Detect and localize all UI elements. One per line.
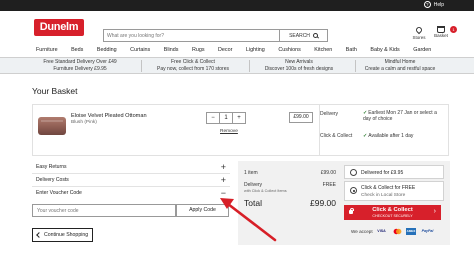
apply-code-button[interactable]: Apply Code — [176, 204, 229, 217]
nav-item-garden[interactable]: Garden — [413, 45, 431, 56]
checkout-label: Click & Collect — [372, 207, 413, 213]
question-icon: ? — [423, 1, 431, 8]
click-collect-option-sub: Check in Local Store — [361, 193, 406, 198]
nav-item-lighting[interactable]: Lighting — [246, 45, 265, 56]
accordion-label: Easy Returns — [36, 164, 67, 170]
minus-icon: − — [220, 188, 226, 198]
nav-item-curtains[interactable]: Curtains — [130, 45, 150, 56]
stores-label: Stores — [412, 35, 426, 40]
basket-icon: 1 — [437, 26, 457, 33]
promo-strip: Free Standard Delivery Over £49 Furnitur… — [0, 57, 474, 74]
delivery-label: Delivery — [320, 111, 339, 117]
promo-click-collect[interactable]: Free Click & Collect Pay now, collect fr… — [138, 59, 248, 72]
plus-icon: + — [220, 175, 226, 185]
product-image[interactable] — [38, 117, 66, 135]
item-price: £99.00 — [289, 112, 313, 123]
click-collect-option-label: Click & Collect for FREE — [361, 185, 416, 191]
quantity-value[interactable]: 1 — [220, 113, 232, 123]
promo-delivery[interactable]: Free Standard Delivery Over £49 Furnitur… — [25, 59, 135, 72]
search-button[interactable]: SEARCH — [279, 30, 327, 41]
summary-items-label: 1 item — [244, 170, 258, 176]
dunelm-logo[interactable]: Dunelm — [34, 19, 84, 36]
location-pin-icon — [414, 25, 424, 35]
page-title: Your Basket — [32, 86, 78, 96]
basket-link[interactable]: 1 Basket — [432, 25, 457, 44]
summary-delivery-label: Delivery — [244, 182, 263, 188]
product-name[interactable]: Eloise Velvet Pleated Ottoman — [71, 113, 147, 119]
accordion-label: Enter Voucher Code — [36, 190, 82, 196]
mastercard-icon — [393, 228, 402, 235]
basket-count-badge: 1 — [450, 26, 457, 33]
plus-icon: + — [220, 162, 226, 172]
promo-subtitle: Discover 100s of fresh designs — [264, 65, 334, 72]
promo-subtitle: Create a calm and restful space — [364, 65, 436, 72]
click-collect-status-text: Available after 1 day — [368, 133, 414, 139]
promo-subtitle: Pay now, collect from 170 stores — [157, 65, 229, 72]
check-icon: ✓ — [363, 133, 368, 139]
search-bar: SEARCH — [103, 29, 328, 42]
basket-label: Basket — [434, 33, 448, 38]
nav-item-beds[interactable]: Beds — [71, 45, 83, 56]
click-collect-availability: ✓Available after 1 day — [363, 133, 413, 139]
click-collect-radio[interactable] — [350, 187, 357, 194]
search-button-label: SEARCH — [289, 32, 310, 39]
summary-total-value: £99.00 — [310, 198, 336, 208]
accepted-payments-label: We accept — [351, 229, 373, 234]
checkout-sublabel: CHECKOUT SECURELY — [372, 214, 413, 218]
nav-item-cushions[interactable]: Cushions — [278, 45, 300, 56]
delivery-status-text: Earliest Mon 27 Jan or select a day of c… — [363, 110, 437, 122]
accordion-voucher-code[interactable]: Enter Voucher Code − — [32, 187, 230, 200]
order-summary: 1 item £99.00 Delivery FREE with Click &… — [238, 161, 450, 245]
nav-item-bath[interactable]: Bath — [346, 45, 357, 56]
basket-item: Eloise Velvet Pleated Ottoman Blush (Pin… — [32, 104, 449, 156]
promo-subtitle: Furniture Delivery £9.95 — [53, 65, 107, 72]
category-nav: Furniture Beds Bedding Curtains Blinds R… — [0, 45, 474, 56]
summary-total-label: Total — [244, 198, 262, 208]
click-collect-label: Click & Collect — [320, 133, 353, 139]
voucher-code-input[interactable] — [32, 204, 176, 217]
chevron-right-icon: › — [433, 208, 436, 215]
accordion-easy-returns[interactable]: Easy Returns + — [32, 161, 230, 174]
nav-item-baby-kids[interactable]: Baby & Kids — [370, 45, 399, 56]
search-input[interactable] — [104, 30, 279, 41]
delivery-option-label: Delivered for £9.95 — [361, 170, 404, 176]
delivery-availability: ✓Earliest Mon 27 Jan or select a day of … — [363, 110, 445, 122]
help-link[interactable]: ? Help — [423, 1, 444, 8]
search-icon — [312, 33, 318, 38]
increase-quantity-button[interactable]: + — [232, 113, 245, 123]
nav-item-furniture[interactable]: Furniture — [36, 45, 58, 56]
promo-mindful-home[interactable]: Mindful Home Create a calm and restful s… — [345, 59, 455, 72]
summary-items-value: £99.00 — [320, 170, 336, 176]
promo-new-arrivals[interactable]: New Arrivals Discover 100s of fresh desi… — [244, 59, 354, 72]
paypal-icon: PayPal — [421, 229, 434, 233]
decrease-quantity-button[interactable]: − — [207, 113, 220, 123]
info-accordion: Easy Returns + Delivery Costs + Enter Vo… — [32, 161, 230, 200]
nav-item-bedding[interactable]: Bedding — [97, 45, 117, 56]
voucher-form: Apply Code — [32, 204, 229, 217]
click-collect-option[interactable]: Click & Collect for FREE Check in Local … — [344, 181, 444, 201]
top-bar: ? Help — [0, 0, 474, 11]
amex-icon: AMEX — [406, 228, 416, 235]
help-label: Help — [433, 1, 444, 8]
product-variant: Blush (Pink) — [71, 120, 97, 125]
nav-item-kitchen[interactable]: Kitchen — [314, 45, 332, 56]
visa-icon: VISA — [377, 229, 386, 233]
nav-item-rugs[interactable]: Rugs — [192, 45, 205, 56]
continue-shopping-button[interactable]: Continue Shopping — [32, 228, 93, 242]
remove-item-link[interactable]: Remove — [220, 129, 238, 134]
summary-delivery-note: with Click & Collect Items — [244, 189, 287, 193]
stores-link[interactable]: Stores — [411, 25, 427, 44]
accordion-label: Delivery Costs — [36, 177, 69, 183]
nav-item-decor[interactable]: Decor — [218, 45, 232, 56]
quantity-stepper: − 1 + — [206, 112, 246, 124]
accordion-delivery-costs[interactable]: Delivery Costs + — [32, 174, 230, 187]
continue-shopping-label: Continue Shopping — [44, 232, 89, 238]
summary-delivery-value: FREE — [322, 182, 336, 188]
nav-item-blinds[interactable]: Blinds — [164, 45, 179, 56]
delivery-radio[interactable] — [350, 169, 357, 176]
delivery-option[interactable]: Delivered for £9.95 — [344, 165, 444, 179]
checkout-button[interactable]: Click & Collect CHECKOUT SECURELY › — [344, 205, 441, 220]
